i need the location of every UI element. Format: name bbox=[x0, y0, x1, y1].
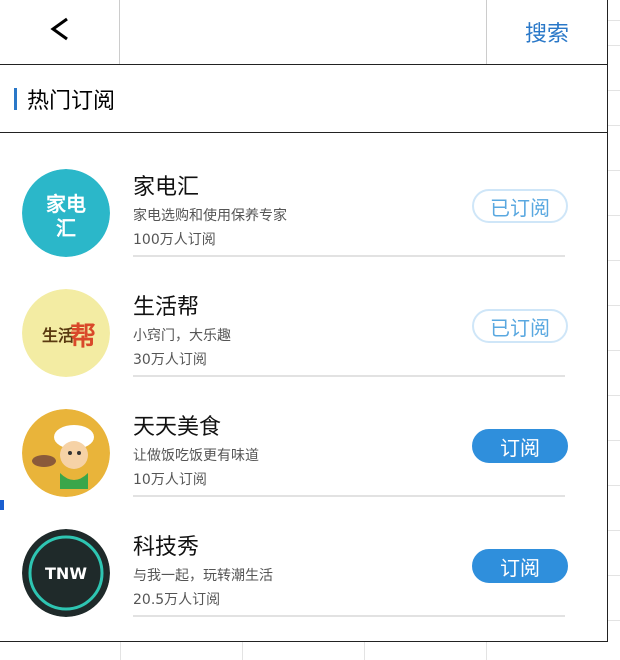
item-description: 让做饭吃饭更有味道 bbox=[133, 448, 259, 464]
item-description: 家电选购和使用保养专家 bbox=[133, 208, 287, 224]
list-item[interactable]: 天天美食 让做饭吃饭更有味道 10万人订阅 订阅 bbox=[0, 373, 607, 497]
chef-logo-icon bbox=[22, 409, 110, 497]
item-title: 天天美食 bbox=[133, 415, 222, 440]
list-item[interactable]: TNW 科技秀 与我一起，玩转潮生活 20.5万人订阅 订阅 bbox=[0, 493, 607, 617]
subscribed-button[interactable]: 已订阅 bbox=[472, 189, 568, 223]
subscription-list: 家电 汇 家电汇 家电选购和使用保养专家 100万人订阅 已订阅 生活 帮 生活… bbox=[0, 133, 607, 617]
item-description: 与我一起，玩转潮生活 bbox=[133, 568, 273, 584]
section-header: 热门订阅 bbox=[0, 65, 607, 133]
svg-text:汇: 汇 bbox=[56, 216, 76, 240]
divider bbox=[133, 615, 565, 617]
selection-marker bbox=[0, 500, 4, 510]
shenghuobang-logo-icon: 生活 帮 bbox=[22, 289, 110, 377]
back-button[interactable] bbox=[0, 0, 120, 64]
item-title: 生活帮 bbox=[133, 295, 200, 320]
search-button[interactable]: 搜索 bbox=[487, 0, 607, 64]
svg-text:TNW: TNW bbox=[45, 564, 87, 583]
list-item[interactable]: 生活 帮 生活帮 小窍门，大乐趣 30万人订阅 已订阅 bbox=[0, 253, 607, 377]
back-icon bbox=[49, 15, 71, 50]
section-title: 热门订阅 bbox=[27, 88, 116, 114]
subscribed-button[interactable]: 已订阅 bbox=[472, 309, 568, 343]
list-item[interactable]: 家电 汇 家电汇 家电选购和使用保养专家 100万人订阅 已订阅 bbox=[0, 133, 607, 257]
item-subscriber-count: 20.5万人订阅 bbox=[133, 592, 221, 608]
top-bar: 搜索 bbox=[0, 0, 607, 65]
svg-text:帮: 帮 bbox=[70, 322, 96, 352]
item-title: 科技秀 bbox=[133, 535, 200, 560]
item-subscriber-count: 100万人订阅 bbox=[133, 232, 216, 248]
tnw-logo-icon: TNW bbox=[22, 529, 110, 617]
item-title: 家电汇 bbox=[133, 175, 200, 200]
top-bar-center bbox=[120, 0, 487, 64]
subscribe-button[interactable]: 订阅 bbox=[472, 549, 568, 583]
section-accent-bar bbox=[14, 87, 17, 110]
item-subscriber-count: 30万人订阅 bbox=[133, 352, 207, 368]
app-frame: 搜索 热门订阅 家电 汇 家电汇 家电选购和使用保养专家 100万人订阅 已订阅 bbox=[0, 0, 608, 642]
svg-text:家电: 家电 bbox=[46, 192, 86, 216]
jiadianhui-logo-icon: 家电 汇 bbox=[22, 169, 110, 257]
item-subscriber-count: 10万人订阅 bbox=[133, 472, 207, 488]
item-description: 小窍门，大乐趣 bbox=[133, 328, 231, 344]
subscribe-button[interactable]: 订阅 bbox=[472, 429, 568, 463]
